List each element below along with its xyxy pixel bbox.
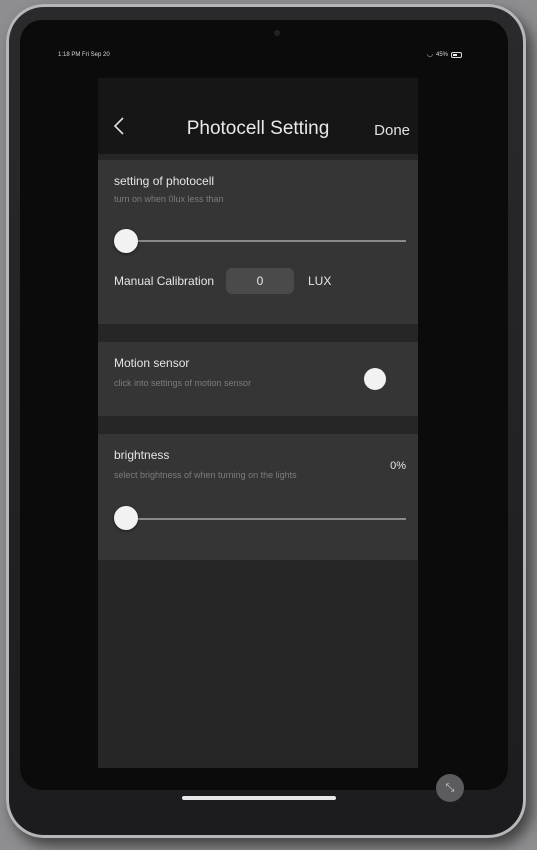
brightness-value: 0% <box>390 460 406 472</box>
battery-icon <box>451 52 462 58</box>
brightness-card: brightness 0% select brightness of when … <box>98 434 418 560</box>
motion-toggle[interactable] <box>364 368 386 390</box>
nav-bar: Photocell Setting Done <box>98 78 418 154</box>
home-indicator[interactable] <box>182 796 336 800</box>
calibration-unit: LUX <box>308 274 332 288</box>
battery-percent: 45% <box>435 52 448 58</box>
status-bar: 1:18 PM Fri Sep 20 ◡ 45% <box>20 51 508 64</box>
brightness-slider-thumb[interactable] <box>114 506 138 530</box>
brightness-title: brightness <box>114 448 170 462</box>
photocell-subtitle: turn on when 0lux less than <box>114 194 224 204</box>
wifi-icon: ◡ <box>426 51 433 58</box>
motion-sensor-card[interactable]: Motion sensor click into settings of mot… <box>98 342 418 416</box>
camera-dot <box>274 30 280 36</box>
photocell-slider-track[interactable] <box>118 240 406 242</box>
calibration-input[interactable] <box>226 268 294 294</box>
photocell-slider-thumb[interactable] <box>114 229 138 253</box>
status-time: 1:18 PM Fri Sep 20 <box>58 52 110 58</box>
photocell-settings-screen: Photocell Setting Done setting of photoc… <box>98 78 418 768</box>
brightness-slider-track[interactable] <box>118 518 406 520</box>
photocell-card: setting of photocell turn on when 0lux l… <box>98 160 418 324</box>
photocell-title: setting of photocell <box>114 174 215 188</box>
motion-subtitle: click into settings of motion sensor <box>114 378 252 388</box>
done-button[interactable]: Done <box>374 122 410 139</box>
status-right: ◡ 45% <box>426 51 462 58</box>
brightness-subtitle: select brightness of when turning on the… <box>114 470 297 480</box>
collapse-icon[interactable]: ⤡ <box>436 774 464 802</box>
page-title: Photocell Setting <box>186 118 330 139</box>
calibration-label: Manual Calibration <box>114 274 215 288</box>
motion-title: Motion sensor <box>114 356 190 370</box>
